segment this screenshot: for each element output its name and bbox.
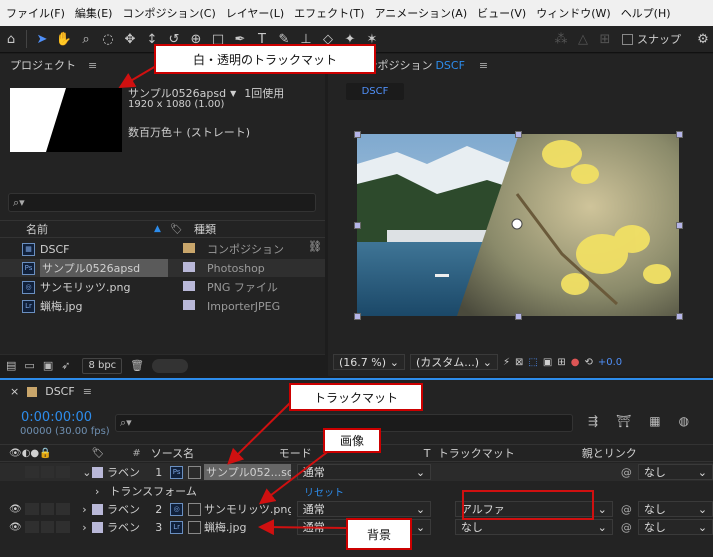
callout-background: 背景 (346, 518, 412, 550)
trackmatte-highlight-box (462, 490, 594, 520)
annotation-arrows (118, 65, 347, 536)
callout-trackmatte: トラックマット (289, 383, 423, 411)
callout-matte: 白・透明のトラックマット (154, 44, 376, 74)
callout-image: 画像 (323, 428, 381, 453)
